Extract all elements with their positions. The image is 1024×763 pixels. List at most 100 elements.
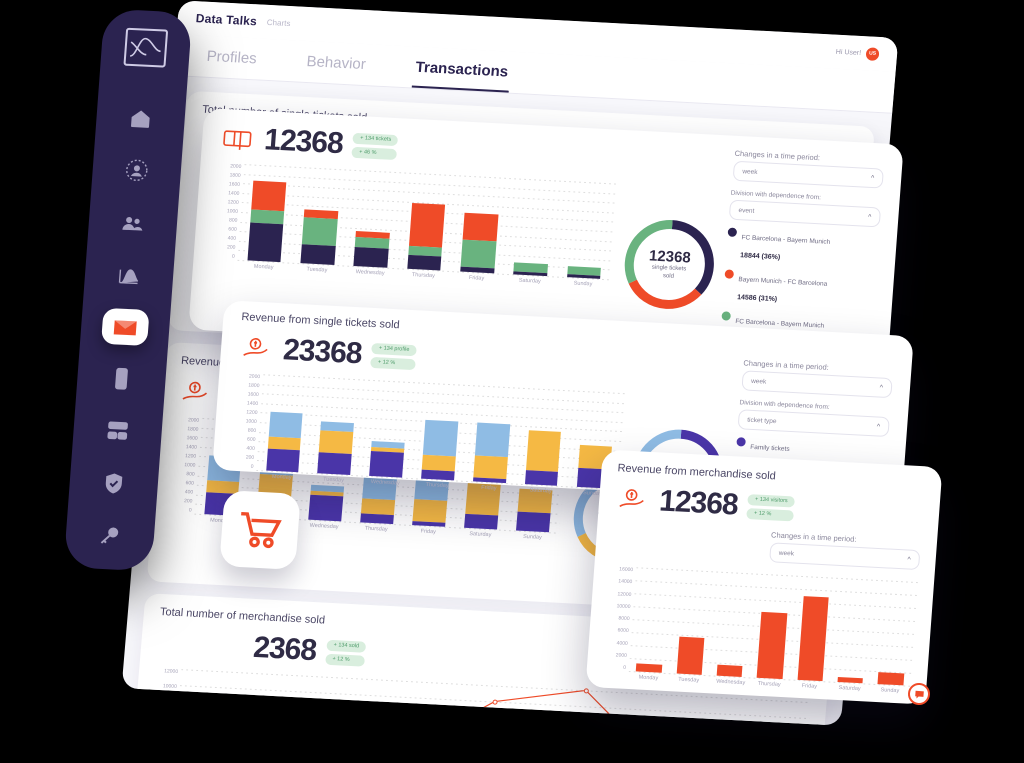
bar [756, 611, 788, 680]
division-value: event [738, 206, 755, 215]
bar-chart-ticket-revenue: 2000 1800 1600 1400 1200 1000 800 600 400 200 0 [230, 373, 626, 491]
period-selector: Changes in a time period: week ^ [769, 530, 921, 571]
period-select[interactable]: week ^ [769, 542, 921, 571]
status-badge: + 134 profile [371, 342, 417, 356]
breadcrumb: Charts [266, 17, 291, 28]
brand-title: Data Talks [195, 11, 258, 29]
chevron-up-icon: ^ [867, 213, 872, 221]
status-badge: + 12 % [746, 507, 794, 521]
sidebar-item-security[interactable] [90, 464, 139, 502]
period-selector: Changes in a time period: week ^ [732, 149, 885, 189]
kpi-value: 12368 [658, 484, 739, 522]
status-badge: + 12 % [370, 356, 416, 370]
tab-profiles[interactable]: Profiles [203, 42, 260, 80]
legend-color-dot [727, 227, 738, 237]
chevron-up-icon: ^ [876, 422, 881, 431]
legend-item: FC Barcelona - Bayern Munich 18844 (36%) [726, 226, 879, 270]
sidebar-item-home[interactable] [116, 99, 165, 137]
status-badge: + 134 sold [326, 639, 367, 653]
bar-series [629, 567, 918, 686]
plot-area [628, 567, 919, 687]
y-axis: 120001000080006000400020000 [162, 668, 179, 720]
bar-series [237, 164, 617, 279]
bar [877, 672, 904, 686]
legend-label: FC Barcelona - Bayern Munich [741, 234, 831, 246]
data-point [583, 687, 589, 693]
user-greeting: Hi User! [835, 48, 862, 57]
chart-area: 16000 14000 12000 10000 8000 6000 4000 2000 0 Mo… [602, 566, 919, 695]
bar [566, 266, 601, 279]
chevron-up-icon: ^ [907, 555, 911, 564]
division-select[interactable]: ticket type ^ [737, 409, 890, 438]
sidebar-item-data-sources[interactable] [93, 412, 142, 450]
bar [407, 202, 446, 271]
plot-area [237, 164, 618, 281]
chevron-up-icon: ^ [879, 384, 884, 392]
status-badge: + 134 visitors [747, 493, 796, 508]
ticket-icon [219, 123, 255, 155]
status-badge: + 134 tickets [352, 132, 399, 146]
tab-behavior[interactable]: Behavior [303, 47, 369, 85]
donut-chart: 12368 single tickets sold [618, 214, 721, 315]
bar [247, 180, 287, 263]
bar [353, 231, 390, 268]
legend-label: Bayern Munich - FC Barcelona [738, 276, 828, 288]
period-value: week [778, 549, 795, 558]
bar [460, 212, 499, 274]
kpi-badges: + 134 tickets + 46 % [351, 132, 399, 160]
bar [317, 421, 355, 475]
sidebar-item-audience[interactable] [109, 204, 158, 242]
legend-value: 14586 (31%) [736, 294, 778, 304]
money-hand-icon [614, 484, 650, 516]
kpi-value: 12368 [263, 123, 344, 161]
bar [676, 636, 705, 675]
bar-series [256, 374, 626, 489]
bar-chart-merchandise-revenue: 16000 14000 12000 10000 8000 6000 4000 2000 0 [603, 566, 919, 687]
data-point [491, 698, 498, 705]
support-chat-button[interactable] [907, 682, 931, 706]
division-value: ticket type [747, 416, 777, 425]
user-menu[interactable]: Hi User! US [835, 45, 880, 61]
period-select[interactable]: week ^ [732, 160, 884, 189]
legend-label: Family tickets [749, 443, 790, 453]
bar [513, 262, 548, 277]
bar [421, 420, 459, 481]
bar-chart-single-tickets: 2000180016001400120010008006004002000 [212, 163, 618, 281]
donut-value: 12368 [648, 247, 692, 267]
kpi-badges: + 134 profile + 12 % [370, 342, 417, 370]
avatar[interactable]: US [865, 46, 880, 61]
bar [369, 441, 405, 478]
bar [716, 664, 743, 677]
period-value: week [750, 377, 767, 386]
sidebar-item-mobile[interactable] [97, 360, 146, 398]
floating-card-merchandise-revenue: Revenue from merchandise sold 12368 + 13… [585, 449, 943, 705]
legend-value: 18844 (36%) [739, 252, 781, 262]
sidebar-item-profiles[interactable] [112, 152, 161, 190]
chevron-up-icon: ^ [870, 174, 875, 182]
sidebar-item-analytics[interactable] [105, 256, 154, 294]
kpi-badges: + 134 visitors + 12 % [746, 493, 796, 521]
bar [300, 209, 339, 265]
period-select[interactable]: week ^ [741, 370, 893, 399]
donut-center: 12368 single tickets sold [618, 214, 721, 315]
period-selector: Changes in a time period: week ^ [741, 358, 893, 399]
plot-area [256, 374, 626, 491]
legend-color-dot [724, 269, 735, 279]
screenshot-stage: Data Talks Charts Hi User! US Profiles B… [0, 0, 1024, 763]
kpi-value: 2368 [251, 630, 318, 668]
sidebar-item-campaigns[interactable] [100, 307, 150, 347]
logo-icon[interactable] [123, 27, 169, 68]
money-hand-icon [238, 333, 274, 365]
status-badge: + 12 % [324, 653, 366, 667]
bar [472, 422, 510, 484]
bar [265, 412, 303, 473]
sidebar-item-access-keys[interactable] [86, 516, 135, 554]
money-hand-icon [177, 377, 213, 409]
division-select[interactable]: event ^ [728, 199, 882, 228]
kpi-badges: + 134 sold + 12 % [324, 639, 367, 667]
legend-color-dot [721, 311, 732, 321]
legend-item: Bayern Munich - FC Barcelona 14586 (31%) [723, 267, 876, 311]
period-value: week [742, 167, 758, 176]
bar [524, 430, 562, 486]
tab-transactions[interactable]: Transactions [411, 52, 512, 93]
